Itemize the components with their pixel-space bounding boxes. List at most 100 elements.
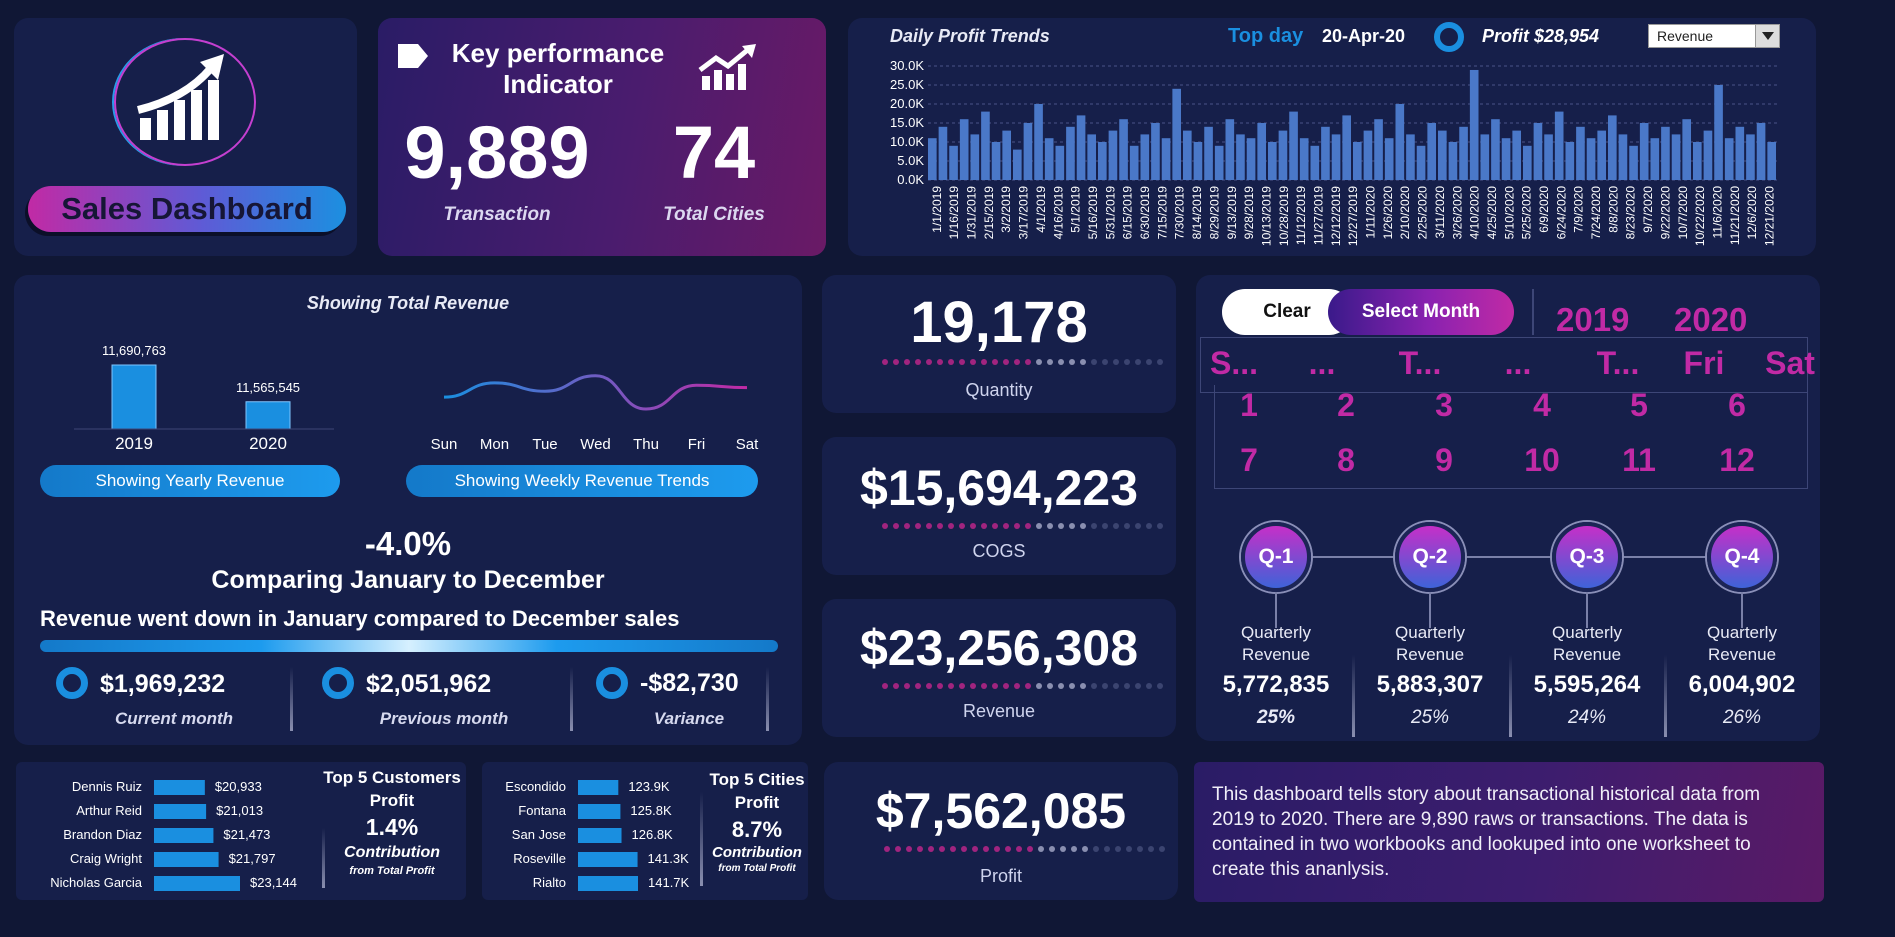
x-tick-label: 3/26/2020 [1450,186,1464,240]
month-3[interactable]: 3 [1409,387,1479,424]
month-grid-cells: 1 2 3 4 5 6 7 8 9 10 11 12 [1214,385,1808,489]
category-label: Craig Wright [70,851,142,866]
bar [1268,142,1277,180]
comparing-text: Comparing January to December [211,566,605,594]
quarter-value: 5,595,264 [1533,671,1641,698]
category-label: Dennis Ruiz [72,779,142,794]
bar [1278,130,1288,180]
revenue-label: Revenue [962,701,1036,721]
quarter-label: Quarterly Revenue [1667,622,1817,666]
bar [1013,149,1022,180]
x-tick-label: 5/31/2019 [1103,186,1117,240]
current-month-value: $1,969,232 [100,670,226,698]
progress-dot [1159,846,1165,852]
quarter-button-q-1[interactable]: Q-1 [1241,522,1311,592]
bar [1427,123,1436,180]
quarter-line [1272,556,1740,558]
data-label: 123.9K [628,779,670,794]
category-label: Brandon Diaz [63,827,142,842]
metric-dropdown[interactable]: Revenue [1648,24,1780,48]
progress-dot [959,683,965,689]
bar [1108,130,1118,180]
bar [1416,145,1426,180]
bar [1119,119,1128,180]
select-month-button[interactable]: Select Month [1328,289,1514,335]
transactions-label: Transaction [443,204,551,225]
bar [245,401,291,430]
progress-dot [893,523,899,529]
cities-panel: Escondido 123.9K Fontana 125.8K San Jose 126.… [482,762,808,900]
quarter-button-q-2[interactable]: Q-2 [1395,522,1465,592]
quarter-label: Quarterly Revenue [1201,622,1351,666]
trend-bars-icon [698,44,758,97]
transactions-value: 9,889 [404,111,590,194]
month-9[interactable]: 9 [1409,442,1479,479]
progress-dot [992,523,998,529]
month-6[interactable]: 6 [1702,387,1772,424]
progress-dot [1025,359,1031,365]
month-7[interactable]: 7 [1214,442,1284,479]
month-11[interactable]: 11 [1604,442,1674,479]
separator [290,667,293,731]
customers-title: Top 5 Customers Profit [323,768,461,810]
bar [1438,130,1447,180]
profit-value: $7,562,085 [875,783,1127,839]
x-tick-label: 4/25/2020 [1485,186,1499,240]
month-12[interactable]: 12 [1702,442,1772,479]
quarter-value: 5,772,835 [1222,671,1330,698]
weekly-revenue-button[interactable]: Showing Weekly Revenue Trends [406,465,758,497]
month-10[interactable]: 10 [1507,442,1577,479]
x-tick-label: Fri [688,436,706,453]
month-1[interactable]: 1 [1214,387,1284,424]
x-tick-label: 2/25/2020 [1416,186,1430,240]
progress-dot [1058,683,1064,689]
progress-dot [948,683,954,689]
progress-dot [1102,523,1108,529]
progress-dot [1036,359,1042,365]
quarter-button-q-3[interactable]: Q-3 [1552,522,1622,592]
x-tick-label: Tue [532,436,557,453]
previous-month-label: Previous month [379,709,509,728]
progress-dot [1115,846,1121,852]
bar [1076,115,1086,180]
progress-dot [1080,523,1086,529]
month-4[interactable]: 4 [1507,387,1577,424]
separator [1352,655,1355,737]
progress-dot [981,359,987,365]
bar [1087,134,1096,180]
month-5[interactable]: 5 [1604,387,1674,424]
year-2020[interactable]: 2020 [1674,301,1747,339]
x-tick-label: 4/10/2020 [1468,186,1482,240]
progress-dot [1060,846,1066,852]
month-8[interactable]: 8 [1311,442,1381,479]
progress-dot [1113,683,1119,689]
revenue-panel: Showing Total Revenue 11,690,763 2019 11,5… [14,275,802,745]
quarter-value: 6,004,902 [1688,671,1796,698]
progress-dot [882,683,888,689]
month-2[interactable]: 2 [1311,387,1381,424]
bar [1629,145,1638,180]
bar [1703,130,1713,180]
progress-dot [981,523,987,529]
revenue-value: $23,256,308 [859,620,1139,676]
yearly-chart: 11,690,763 2019 11,565,545 2020 [74,343,334,453]
kpi-header-panel: Key performance Indicator 9,889 Transact… [378,18,826,256]
customers-from: from Total Profit [349,865,435,877]
year-2019[interactable]: 2019 [1556,301,1629,339]
cogs-card: $15,694,223 COGS [822,437,1176,575]
quarter-label: Quarterly Revenue [1355,622,1505,666]
progress-dot [1036,523,1042,529]
previous-month-value: $2,051,962 [366,670,492,698]
yearly-revenue-button[interactable]: Showing Yearly Revenue [40,465,340,497]
progress-dot [1135,359,1141,365]
quarter-button-q-4[interactable]: Q-4 [1707,522,1777,592]
chevron-down-icon[interactable] [1755,25,1779,47]
progress-dot [1003,683,1009,689]
day-header: S... [1209,345,1258,381]
bar [1353,142,1362,180]
bar [1140,134,1150,180]
bar [1448,142,1458,180]
x-tick-label: 9/7/2020 [1641,186,1655,233]
y-tick-label: 10.0K [890,134,924,149]
data-label: $21,013 [216,803,263,818]
